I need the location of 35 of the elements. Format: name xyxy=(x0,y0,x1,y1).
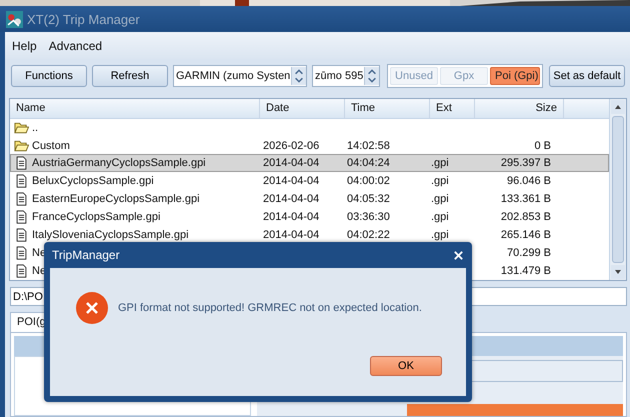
file-ext: .gpi xyxy=(431,229,449,242)
file-time: 04:04:24 xyxy=(347,157,390,170)
file-name: ItalySloveniaCyclopsSample.gpi xyxy=(32,229,189,242)
file-size: 133.361 B xyxy=(500,193,551,206)
file-date: 2014-04-04 xyxy=(263,229,320,242)
file-size: 70.299 B xyxy=(506,247,551,260)
file-time: 04:02:22 xyxy=(347,229,390,242)
file-date: 2014-04-04 xyxy=(263,211,320,224)
file-time: 04:05:32 xyxy=(347,193,390,206)
file-name: EasternEuropeCyclopsSample.gpi xyxy=(32,193,200,206)
file-name: BeluxCyclopsSample.gpi xyxy=(32,175,154,188)
file-date: 2026-02-06 xyxy=(263,140,320,152)
file-size: 0 B xyxy=(534,140,551,152)
file-name: Custom xyxy=(32,140,70,152)
file-ext: .gpi xyxy=(431,157,449,170)
file-time: 04:00:02 xyxy=(347,175,390,188)
file-date: 2014-04-04 xyxy=(263,193,320,206)
file-size: 202.853 B xyxy=(500,211,551,224)
file-size: 295.397 B xyxy=(500,157,551,170)
file-ext: .gpi xyxy=(431,193,449,206)
file-time: 14:02:58 xyxy=(347,140,390,152)
dialog-title: TripManager xyxy=(52,248,120,262)
file-size: 265.146 B xyxy=(500,229,551,242)
file-size: 131.479 B xyxy=(500,265,551,278)
file-time: 03:36:30 xyxy=(347,211,390,224)
error-message: GPI format not supported! GRMREC not on expected location. xyxy=(118,302,422,314)
file-name: .. xyxy=(32,122,38,134)
window-title: XT(2) Trip Manager xyxy=(27,12,140,26)
file-ext: .gpi xyxy=(431,211,449,224)
file-date: 2014-04-04 xyxy=(263,157,320,170)
file-date: 2014-04-04 xyxy=(263,175,320,188)
file-size: 96.046 B xyxy=(506,175,551,188)
file-ext: .gpi xyxy=(431,175,449,188)
file-name: FranceCyclopsSample.gpi xyxy=(32,211,160,224)
file-name: AustriaGermanyCyclopsSample.gpi xyxy=(32,157,206,170)
